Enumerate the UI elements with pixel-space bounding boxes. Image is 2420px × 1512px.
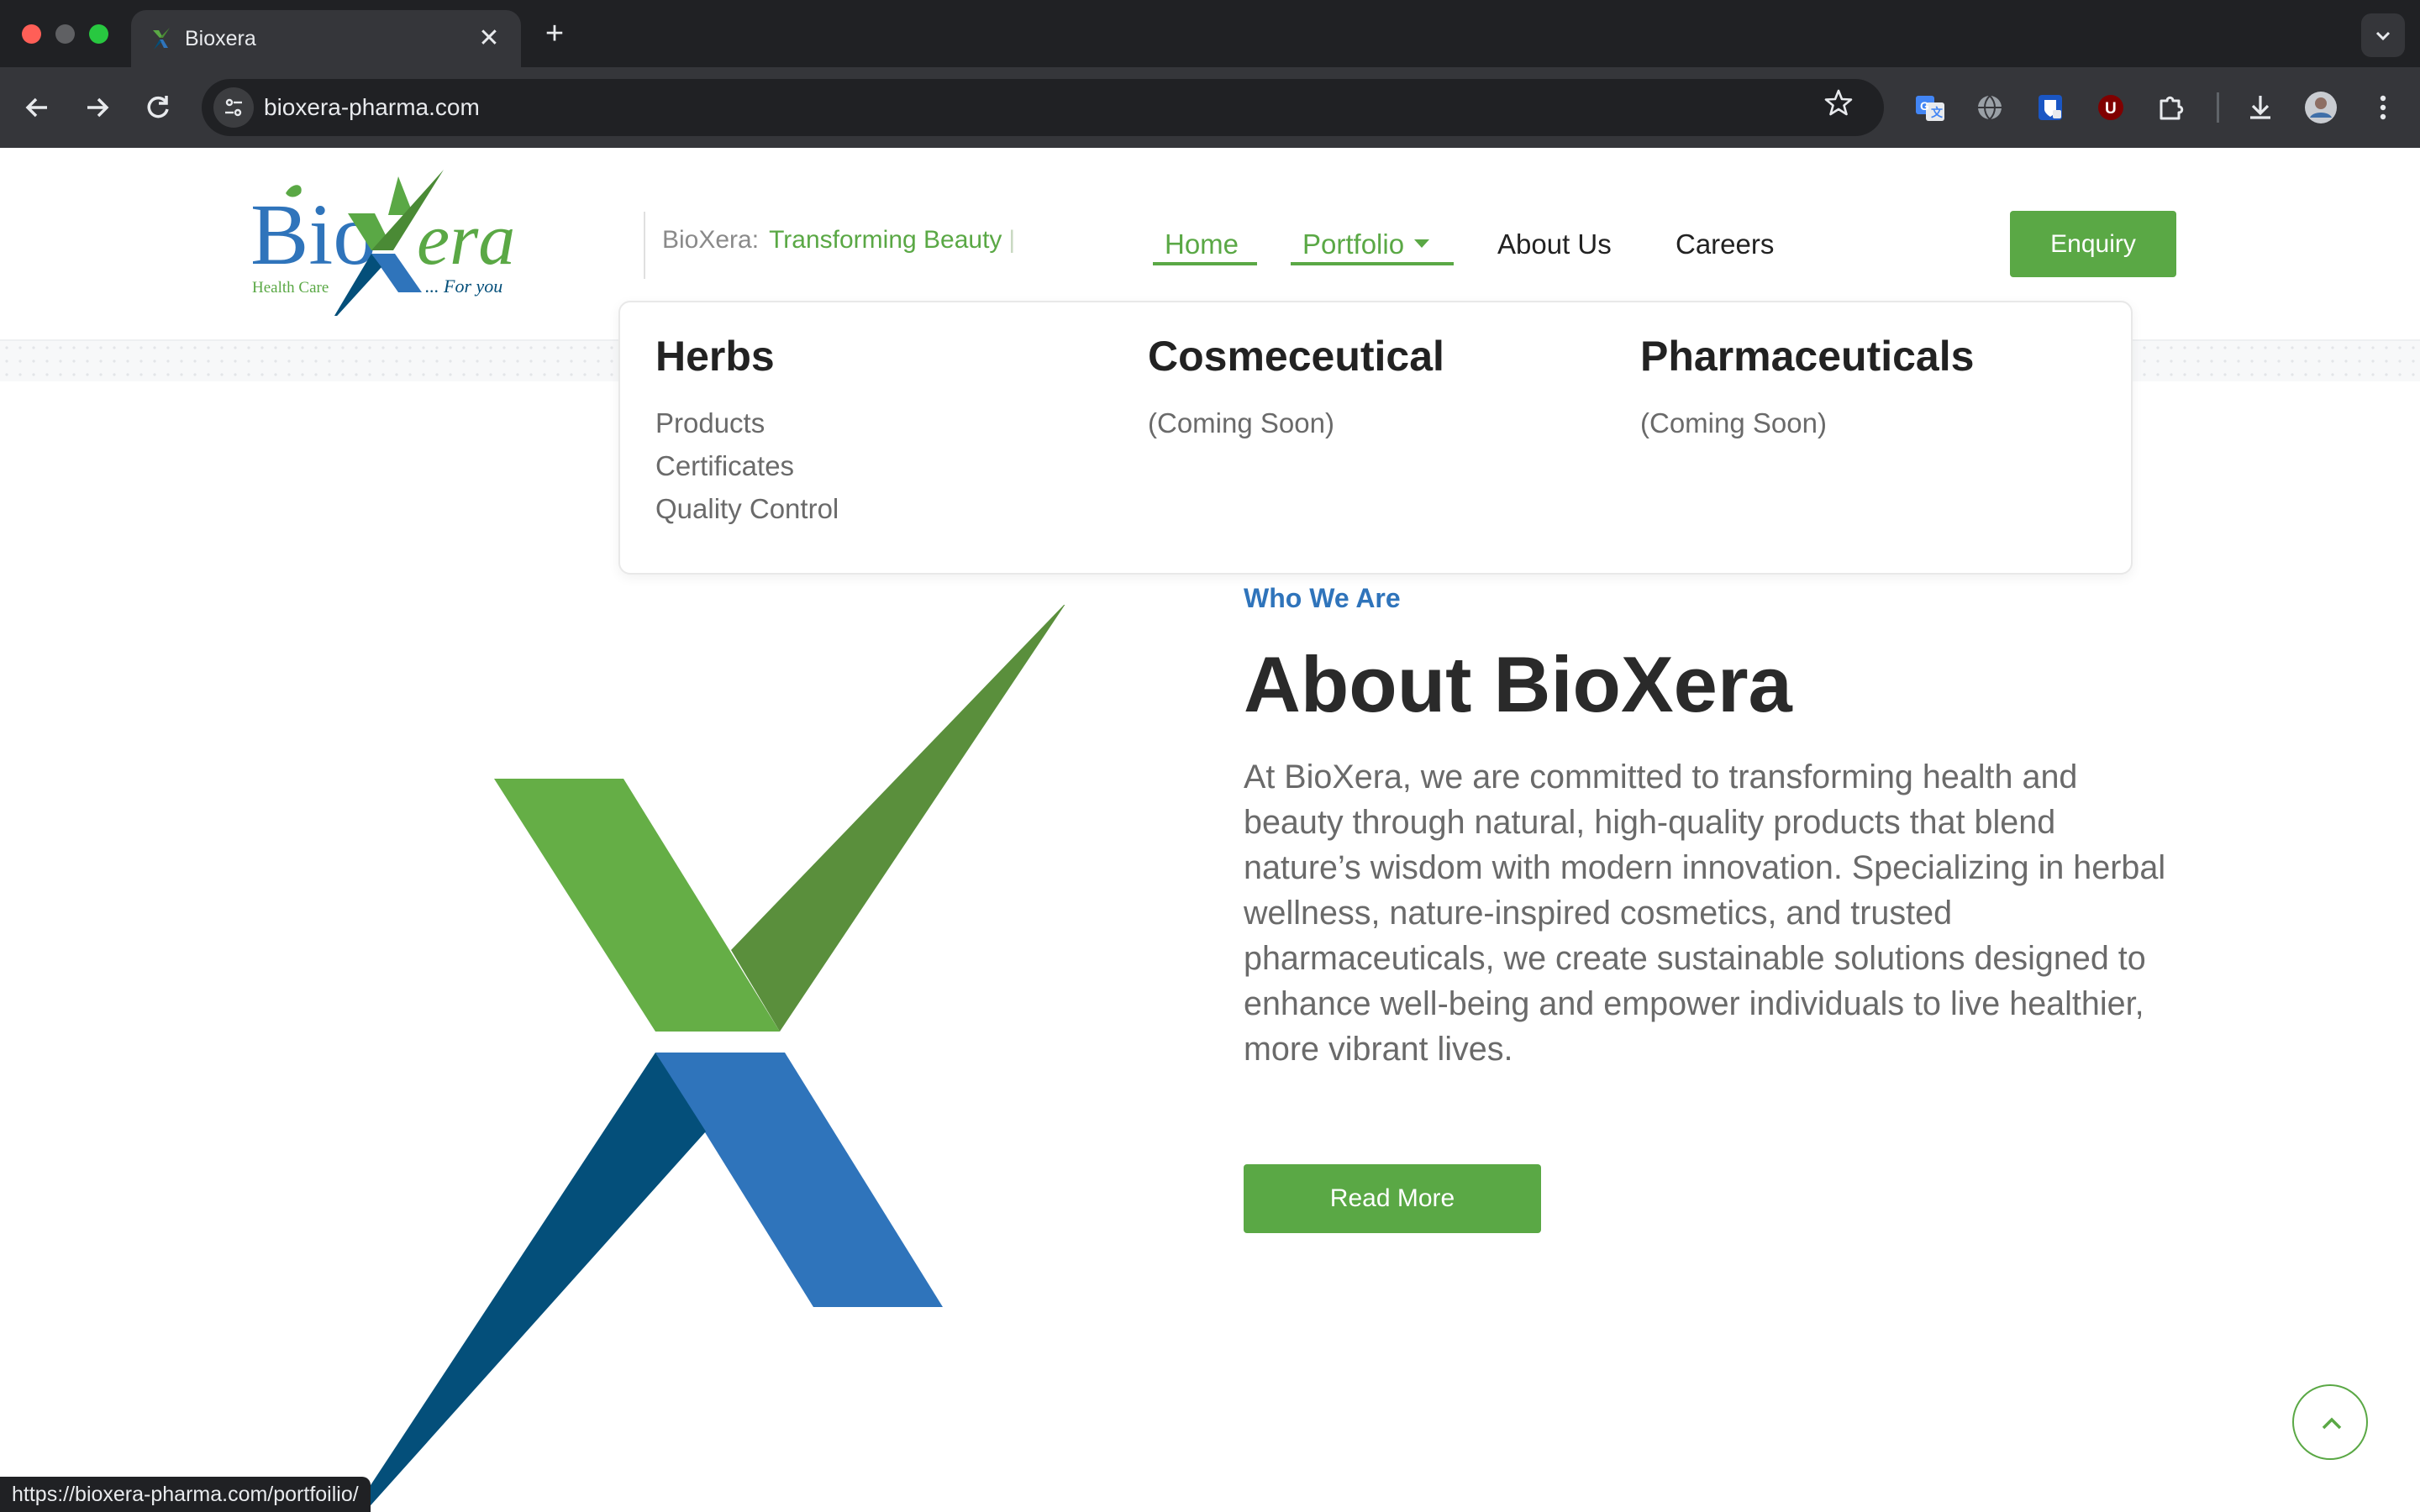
tab-title: Bioxera (185, 27, 256, 50)
svg-text:U: U (2105, 100, 2117, 118)
downloads-button[interactable] (2240, 87, 2281, 128)
address-bar[interactable]: bioxera-pharma.com (202, 79, 1884, 136)
mega-column-cosmeceutical: Cosmeceutical (Coming Soon) (1148, 329, 1444, 444)
tagline: BioXera: Transforming Beauty | (662, 223, 1015, 257)
bioxera-logo[interactable]: Bio era Health Care ... For you (249, 165, 534, 324)
download-icon (2250, 96, 2270, 119)
bioxera-x-graphic (353, 605, 1065, 1512)
enquiry-button[interactable]: Enquiry (2010, 211, 2176, 277)
translate-extension[interactable]: G文 (1909, 87, 1949, 128)
site-info-button[interactable] (213, 87, 254, 128)
logo-graphic: Bio era Health Care ... For you (250, 170, 515, 324)
browser-menu-button[interactable] (2363, 87, 2403, 128)
new-tab-button[interactable]: + (538, 17, 571, 50)
minimize-window-button[interactable] (55, 24, 75, 44)
menu-item-coming-soon: (Coming Soon) (1148, 407, 1334, 438)
svg-text:Bio: Bio (250, 186, 376, 283)
browser-tab-bar: Bioxera ✕ + (0, 0, 2420, 67)
mega-column-pharmaceuticals: Pharmaceuticals (Coming Soon) (1640, 329, 1974, 444)
tagline-caret: | (1008, 226, 1016, 254)
nav-portfolio[interactable]: Portfolio (1302, 223, 1430, 265)
nav-careers[interactable]: Careers (1676, 223, 1774, 265)
menu-item-quality-control[interactable]: Quality Control (655, 487, 839, 530)
profile-avatar[interactable] (2301, 87, 2341, 128)
section-title: About BioXera (1244, 640, 1792, 728)
tab-close-icon[interactable]: ✕ (472, 22, 506, 55)
chevron-up-icon (2322, 1417, 2342, 1430)
scroll-to-top-button[interactable] (2292, 1384, 2368, 1460)
browser-toolbar: bioxera-pharma.com G文 U (0, 67, 2420, 148)
back-button[interactable] (17, 87, 57, 128)
about-paragraph: At BioXera, we are committed to transfor… (1244, 759, 2166, 1068)
toolbar-divider (2217, 92, 2219, 123)
tab-search-button[interactable] (2361, 13, 2405, 57)
mega-heading-cosmeceutical[interactable]: Cosmeceutical (1148, 329, 1444, 383)
nav-portfolio-label: Portfolio (1302, 228, 1405, 260)
globe-extension[interactable] (1970, 87, 2010, 128)
nav-portfolio-underline (1291, 262, 1454, 265)
nav-home[interactable]: Home (1165, 223, 1239, 265)
section-eyebrow: Who We Are (1244, 583, 1401, 613)
nav-about[interactable]: About Us (1497, 223, 1612, 265)
close-window-button[interactable] (22, 24, 41, 44)
logo-sub-left: Health Care (252, 279, 329, 297)
puzzle-icon (2160, 96, 2184, 120)
menu-item-coming-soon: (Coming Soon) (1640, 407, 1827, 438)
svg-text:文: 文 (1931, 106, 1944, 119)
translate-icon: G文 (1916, 96, 1944, 121)
avatar (2305, 92, 2337, 123)
svg-text:era: era (417, 199, 515, 281)
chevron-down-icon (2375, 31, 2391, 41)
browser-tab-active[interactable]: Bioxera ✕ (131, 10, 521, 67)
tagline-divider (644, 212, 645, 279)
shield-icon (2039, 95, 2062, 120)
menu-item-products[interactable]: Products (655, 402, 839, 444)
portfolio-mega-menu: Herbs Products Certificates Quality Cont… (618, 301, 2133, 575)
svg-text:G: G (1920, 99, 1929, 113)
forward-button[interactable] (77, 87, 118, 128)
more-vertical-icon (2380, 95, 2386, 120)
arrow-left-icon (25, 97, 47, 118)
arrow-right-icon (87, 97, 109, 118)
extensions-button[interactable] (2151, 87, 2191, 128)
nav-home-underline (1153, 262, 1257, 265)
status-bar-url: https://bioxera-pharma.com/portfoilio/ (0, 1477, 371, 1512)
url-text[interactable]: bioxera-pharma.com (264, 79, 480, 136)
logo-sub-right: ... For you (425, 276, 502, 297)
ublock-icon: U (2098, 95, 2123, 120)
reload-button[interactable] (138, 87, 178, 128)
mega-heading-herbs[interactable]: Herbs (655, 329, 839, 383)
reload-icon (147, 96, 169, 118)
bioxera-favicon-icon (153, 28, 170, 50)
tagline-brand: BioXera: (662, 226, 760, 254)
tagline-accent: Transforming Beauty (769, 226, 1002, 254)
shield-extension[interactable] (2030, 87, 2070, 128)
globe-icon (1978, 95, 2002, 121)
star-icon (1824, 89, 1853, 116)
ublock-extension[interactable]: U (2091, 87, 2131, 128)
maximize-window-button[interactable] (89, 24, 108, 44)
menu-item-certificates[interactable]: Certificates (655, 444, 839, 487)
caret-down-icon (1414, 239, 1430, 249)
mega-heading-pharmaceuticals[interactable]: Pharmaceuticals (1640, 329, 1974, 383)
read-more-button[interactable]: Read More (1244, 1164, 1541, 1233)
mega-column-herbs: Herbs Products Certificates Quality Cont… (655, 329, 839, 530)
bookmark-button[interactable] (1818, 87, 1859, 128)
tune-icon (225, 98, 242, 117)
